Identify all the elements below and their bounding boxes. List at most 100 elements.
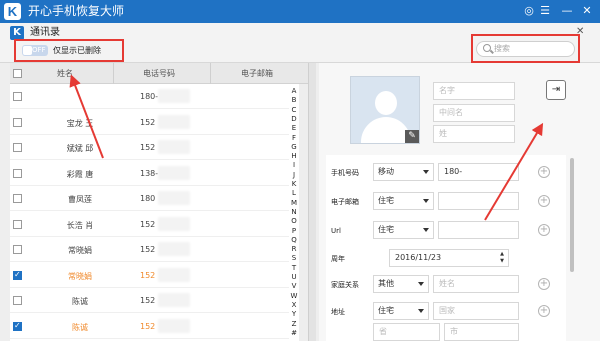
address-label: 地址: [331, 308, 345, 316]
email-label: 电子邮箱: [331, 198, 359, 206]
url-type-select[interactable]: 住宅: [373, 221, 434, 239]
redacted-number: [158, 216, 190, 231]
family-label: 家庭关系: [331, 281, 359, 289]
avatar-body: [361, 117, 411, 143]
alphabet-letter[interactable]: D: [289, 115, 299, 123]
export-icon[interactable]: ⇥: [546, 80, 566, 100]
alphabet-letter[interactable]: H: [289, 152, 299, 160]
column-header-phone[interactable]: 电话号码: [143, 68, 175, 79]
table-row[interactable]: 彩霞 唐 138-: [10, 161, 298, 186]
column-header-name[interactable]: 姓名: [57, 68, 73, 79]
detail-scrollbar[interactable]: [570, 158, 574, 272]
column-divider: [113, 63, 114, 84]
url-field[interactable]: [438, 221, 519, 239]
alphabet-letter[interactable]: M: [289, 199, 299, 207]
table-row[interactable]: 陈诚 152: [10, 288, 298, 313]
add-family-icon[interactable]: +: [538, 278, 550, 290]
alphabet-letter[interactable]: V: [289, 282, 299, 290]
anniversary-label: 周年: [331, 255, 345, 263]
email-field[interactable]: [438, 192, 519, 210]
alphabet-letter[interactable]: N: [289, 208, 299, 216]
row-checkbox[interactable]: [13, 194, 22, 203]
city-field[interactable]: 市: [444, 323, 519, 341]
column-header-email[interactable]: 电子邮箱: [241, 68, 273, 79]
table-row[interactable]: 180-: [10, 84, 298, 109]
chat-icon[interactable]: ☰: [538, 4, 552, 18]
alphabet-letter[interactable]: F: [289, 134, 299, 142]
alphabet-letter[interactable]: O: [289, 217, 299, 225]
alphabet-letter[interactable]: Q: [289, 236, 299, 244]
table-row[interactable]: 常晓娟 152: [10, 263, 298, 288]
province-field[interactable]: 省: [373, 323, 440, 341]
add-email-icon[interactable]: +: [538, 195, 550, 207]
select-all-checkbox[interactable]: [13, 69, 22, 78]
contact-phone: 152: [140, 270, 156, 280]
contact-phone: 152: [140, 117, 156, 127]
add-phone-icon[interactable]: +: [538, 166, 550, 178]
address-type-select[interactable]: 住宅: [373, 302, 429, 320]
country-field[interactable]: 国家: [433, 302, 519, 320]
row-checkbox[interactable]: [13, 143, 22, 152]
alphabet-letter[interactable]: #: [289, 329, 299, 337]
table-row[interactable]: 陈诚 152: [10, 314, 298, 339]
alphabet-letter[interactable]: G: [289, 143, 299, 151]
row-checkbox[interactable]: [13, 168, 22, 178]
alphabet-letter[interactable]: C: [289, 106, 299, 114]
table-row[interactable]: 常晓娟 152: [10, 237, 298, 262]
row-checkbox[interactable]: [13, 321, 22, 331]
anniversary-date-field[interactable]: 2016/11/23 ▲ ▼: [389, 249, 509, 267]
alphabet-letter[interactable]: T: [289, 264, 299, 272]
contact-list[interactable]: 180- 宝龙 王 152 斌斌 邱 152 彩霞 唐 138- 曹凤莲 180 长浩 肖 152 常…: [10, 84, 298, 341]
pencil-icon[interactable]: ✎: [405, 130, 419, 143]
contact-name: 常晓娟: [68, 271, 92, 281]
contact-phone: 180-: [140, 92, 159, 101]
alphabet-letter[interactable]: Y: [289, 310, 299, 318]
contact-fields: 手机号码 移动 180- 电子邮箱 住宅 Url 住宅 周年 2016/11/2…: [326, 155, 566, 341]
row-checkbox[interactable]: [13, 270, 22, 280]
alphabet-letter[interactable]: A: [289, 87, 299, 95]
alphabet-letter[interactable]: X: [289, 301, 299, 309]
alphabet-letter[interactable]: W: [289, 292, 299, 300]
family-type-select[interactable]: 其他: [373, 275, 429, 293]
redacted-number: [158, 140, 190, 154]
alphabet-letter[interactable]: P: [289, 227, 299, 235]
row-checkbox[interactable]: [13, 245, 22, 254]
phone-number-field[interactable]: 180-: [438, 163, 519, 181]
redacted-number: [158, 242, 190, 256]
alphabet-letter[interactable]: S: [289, 254, 299, 262]
family-name-field[interactable]: 姓名: [433, 275, 519, 293]
alphabet-letter[interactable]: R: [289, 245, 299, 253]
last-name-field[interactable]: 姓: [433, 125, 515, 143]
table-row[interactable]: 曹凤莲 180: [10, 186, 298, 211]
table-row[interactable]: 宝龙 王 152: [10, 110, 298, 135]
alphabet-letter[interactable]: B: [289, 96, 299, 104]
add-url-icon[interactable]: +: [538, 224, 550, 236]
row-checkbox[interactable]: [13, 117, 22, 127]
alphabet-letter[interactable]: K: [289, 180, 299, 188]
table-row[interactable]: 长浩 肖 152: [10, 212, 298, 237]
alphabet-letter[interactable]: E: [289, 124, 299, 132]
row-checkbox[interactable]: [13, 92, 22, 101]
alphabet-letter[interactable]: U: [289, 273, 299, 281]
add-address-icon[interactable]: +: [538, 305, 550, 317]
first-name-field[interactable]: 名字: [433, 82, 515, 100]
minimize-icon[interactable]: —: [560, 4, 574, 18]
alphabet-index[interactable]: A B C D E F G H I J K L M N O P Q R S T U V W X Y Z #: [289, 84, 299, 341]
alphabet-letter[interactable]: Z: [289, 320, 299, 328]
close-icon[interactable]: ✕: [580, 4, 594, 18]
alphabet-letter[interactable]: L: [289, 189, 299, 197]
table-row[interactable]: 斌斌 邱 152: [10, 135, 298, 160]
contact-name: 陈诚: [72, 297, 88, 306]
window-logo: K: [10, 26, 24, 40]
avatar-head: [375, 91, 397, 115]
middle-name-field[interactable]: 中间名: [433, 104, 515, 122]
alphabet-letter[interactable]: I: [289, 161, 299, 169]
phone-type-select[interactable]: 移动: [373, 163, 434, 181]
row-checkbox[interactable]: [13, 219, 22, 229]
alphabet-letter[interactable]: J: [289, 171, 299, 179]
row-checkbox[interactable]: [13, 296, 22, 305]
wechat-icon[interactable]: ◎: [522, 4, 536, 18]
email-type-select[interactable]: 住宅: [373, 192, 434, 210]
pane-divider[interactable]: [308, 63, 316, 341]
date-spinner-icon[interactable]: ▲ ▼: [500, 251, 504, 265]
